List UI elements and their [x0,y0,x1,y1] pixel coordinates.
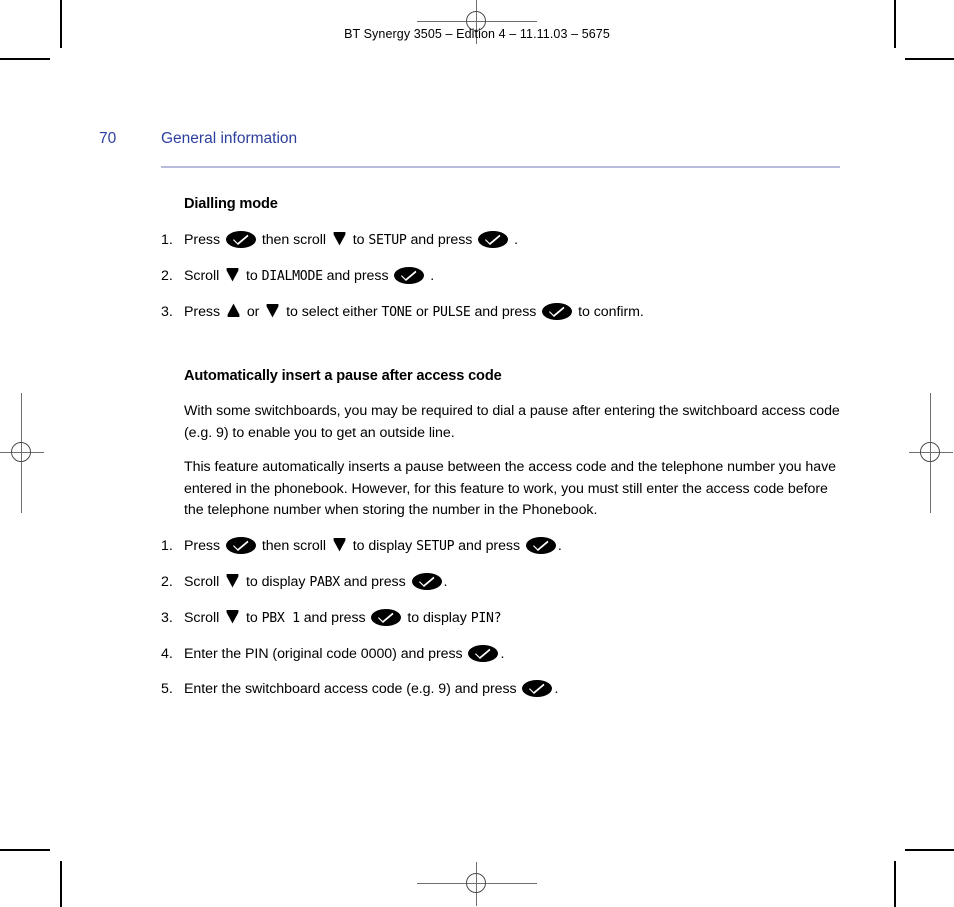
display-text: PIN? [470,610,502,626]
ok-key-icon [225,536,256,554]
step-number: 1. [161,232,173,248]
display-text: PULSE [432,305,471,320]
step-text: or [412,304,433,320]
ok-key-icon [542,303,573,320]
step-text: Scroll [184,573,224,590]
step-number: 3. [161,609,173,626]
step-item: 2. Scroll to DIALMODE and press . [161,265,851,288]
step-text: . [510,232,518,248]
step-text: . [500,645,505,662]
step-text: to display [348,537,417,554]
scroll-down-icon [225,609,240,624]
ok-key-icon [371,608,402,626]
step-text: . [443,573,448,590]
step-text: then scroll [257,537,330,554]
step-list: 1. Press then scroll to display SETUP and… [161,535,851,700]
page-number: 70 [99,130,117,147]
step-number: 2. [161,268,173,284]
section-heading: Automatically insert a pause after acces… [184,368,502,384]
running-header: BT Synergy 3505 – Edition 4 – 11.11.03 –… [344,27,610,41]
step-text: and press [322,268,393,284]
step-item: 5. Enter the switchboard access code (e.g… [161,678,851,700]
crop-top-left-horizontal [0,58,50,60]
page-content: Dialling mode 1. Press then scroll to SETU… [161,194,851,713]
scroll-down-icon [225,267,240,282]
step-text: to select either [282,304,382,320]
step-item: 1. Press then scroll to display SETUP and… [161,535,851,558]
step-text: and press [454,537,524,554]
display-text: DIALMODE [261,269,323,284]
step-item: 1. Press then scroll to SETUP and press . [161,229,851,252]
step-text: . [554,680,559,697]
scroll-down-icon [332,537,347,552]
step-text: Scroll [184,268,224,284]
step-number: 3. [161,304,173,320]
step-text: and press [299,609,370,626]
step-text: and press [470,304,541,320]
step-number: 1. [161,537,173,554]
step-number: 5. [161,680,173,697]
crop-bottom-left-vertical [60,861,62,907]
step-text: Press [184,232,224,248]
step-text: and press [406,232,477,248]
scroll-down-icon [225,573,240,588]
crop-bottom-left-horizontal [0,849,50,851]
step-text: Scroll [184,609,224,626]
crop-bottom-right-horizontal [905,849,954,851]
step-number: 2. [161,573,173,590]
display-text: TONE [381,305,413,320]
display-text: PBX 1 [261,610,301,626]
scroll-down-icon [265,303,280,318]
ok-key-icon [411,572,442,590]
ok-key-icon [468,644,499,662]
section-heading: Dialling mode [184,196,278,212]
body-paragraph: This feature automatically inserts a pau… [184,459,836,518]
step-text: to [242,609,262,626]
ok-key-icon [478,231,509,248]
step-text: . [426,268,435,284]
step-text: to [242,268,262,284]
step-text: to display [242,573,310,590]
step-text: Press [184,304,224,320]
step-item: 4. Enter the PIN (original code 0000) and… [161,643,851,665]
step-number: 4. [161,645,173,662]
step-text: then scroll [257,232,330,248]
registration-ring [11,442,31,462]
registration-mark-bottom [417,862,537,906]
step-text: . [557,537,562,554]
manual-page: BT Synergy 3505 – Edition 4 – 11.11.03 –… [0,0,954,907]
crop-bottom-right-vertical [894,861,896,907]
step-text: or [242,304,264,320]
ok-key-icon [394,267,425,284]
registration-ring [466,873,486,893]
step-item: 3. Press or to select either TONE or PULS… [161,301,851,324]
step-list: 1. Press then scroll to SETUP and press .… [161,229,851,324]
display-text: PABX [309,574,340,590]
scroll-down-icon [332,231,347,246]
ok-key-icon [525,536,556,554]
body-paragraph: With some switchboards, you may be requi… [184,403,840,441]
step-text: Enter the switchboard access code (e.g. … [184,680,521,697]
step-text: and press [339,573,410,590]
ok-key-icon [522,679,553,697]
step-item: 2. Scroll to display PABX and press . [161,571,851,594]
display-text: SETUP [368,233,407,248]
crop-top-right-horizontal [905,58,954,60]
ok-key-icon [225,231,256,248]
step-text: to confirm. [574,304,644,320]
display-text: SETUP [416,538,455,554]
step-item: 3. Scroll to PBX 1 and press to display P… [161,607,851,630]
step-text: Enter the PIN (original code 0000) and p… [184,645,467,662]
step-text: to display [403,609,471,626]
registration-ring [920,442,940,462]
step-text: Press [184,537,224,554]
heading-rule [161,166,840,168]
scroll-up-icon [226,303,241,318]
step-text: to [348,232,369,248]
registration-mark-right [909,393,953,513]
chapter-title: General information [161,130,298,147]
registration-mark-left [0,393,44,513]
